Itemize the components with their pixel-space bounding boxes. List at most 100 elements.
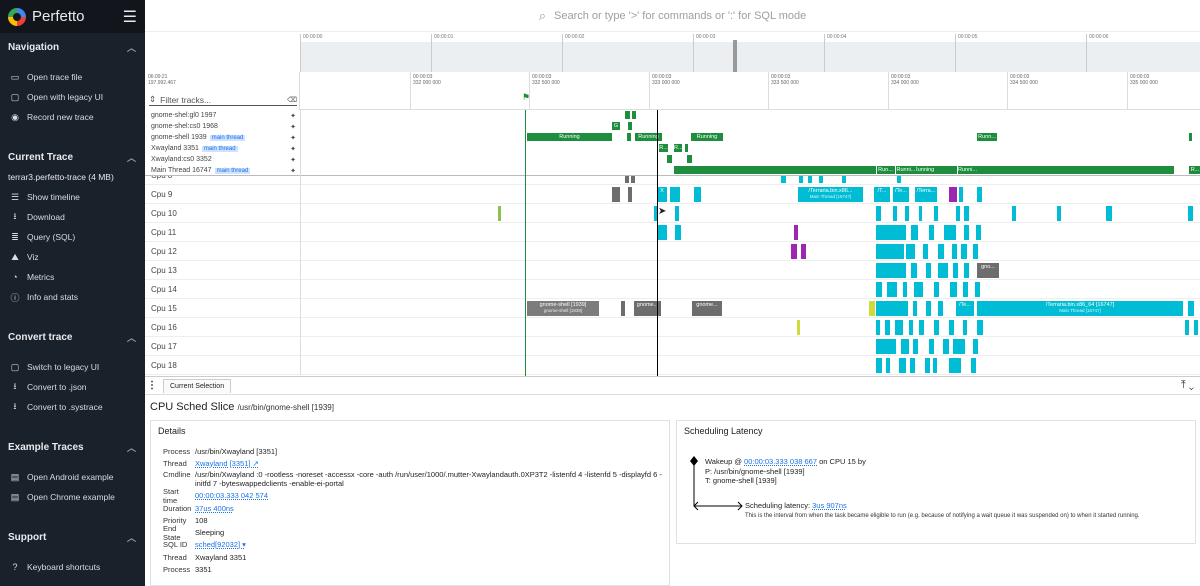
cpu-slice[interactable] — [876, 339, 896, 354]
cpu-track-row[interactable]: Cpu 16 — [145, 318, 1200, 337]
slice-running[interactable]: Running — [527, 133, 612, 141]
cpu-track-area[interactable] — [300, 242, 1200, 261]
sidebar-item-download[interactable]: ⭳ Download — [0, 207, 145, 227]
cpu-slice[interactable] — [893, 206, 897, 221]
slice-running[interactable]: Running — [691, 133, 723, 141]
cpu-slice[interactable] — [621, 301, 625, 316]
slice-running-main[interactable]: Running — [674, 166, 1174, 174]
cpu-slice[interactable] — [910, 358, 915, 373]
cpu-slice[interactable] — [952, 244, 957, 259]
pin-icon[interactable]: ✦ — [290, 167, 296, 175]
cpu-slice[interactable] — [909, 320, 913, 335]
cpu-slice[interactable] — [801, 244, 806, 259]
cpu-slice[interactable] — [929, 225, 934, 240]
sidebar-item-convert-json[interactable]: ⭳ Convert to .json — [0, 377, 145, 397]
pin-icon[interactable]: ✦ — [290, 112, 296, 120]
cpu-slice[interactable] — [913, 301, 917, 316]
cpu-slice[interactable] — [906, 244, 915, 259]
cpu-slice[interactable] — [923, 244, 928, 259]
cpu-slice[interactable] — [675, 225, 681, 240]
convert-trace-title[interactable]: Convert trace ︿ — [0, 327, 145, 347]
slice-g[interactable]: G — [612, 122, 620, 130]
filter-tracks-input[interactable]: ⇕ Filter tracks... ⌫ — [149, 94, 297, 106]
cpu-slice[interactable] — [897, 176, 901, 183]
pin-icon[interactable]: ✦ — [290, 156, 296, 164]
slice-runni[interactable]: Runni... — [957, 166, 977, 174]
pinned-track-main-thread[interactable]: Main Thread 16747 main thread ✦ — [145, 165, 300, 176]
hamburger-icon[interactable]: ☰ — [123, 7, 137, 27]
cpu-slice[interactable] — [944, 225, 956, 240]
cpu-slice[interactable] — [895, 320, 903, 335]
cpu-slice[interactable] — [791, 244, 797, 259]
sidebar-item-show-timeline[interactable]: ☰ Show timeline — [0, 187, 145, 207]
cpu-slice[interactable] — [1012, 206, 1016, 221]
cpu-slice[interactable] — [961, 244, 967, 259]
cpu-slice[interactable] — [934, 282, 939, 297]
support-title[interactable]: Support ︿ — [0, 527, 145, 547]
cpu-slice[interactable] — [938, 301, 943, 316]
slice-r[interactable]: R... — [1189, 166, 1200, 174]
cpu-track-area[interactable] — [300, 337, 1200, 356]
cpu-slice[interactable] — [1106, 206, 1112, 221]
omnibox[interactable]: ⌕ Search or type '>' for commands or ':'… — [539, 8, 807, 24]
cpu-slice[interactable] — [926, 301, 931, 316]
cpu-slice[interactable] — [963, 320, 967, 335]
maximize-panel-icon[interactable]: ⤒ — [1181, 379, 1186, 391]
slice[interactable] — [632, 111, 636, 119]
cpu-slice[interactable] — [914, 282, 923, 297]
cpu-track-row[interactable]: Cpu 17 — [145, 337, 1200, 356]
cpu-slice[interactable] — [876, 282, 882, 297]
pinned-track-cs0[interactable]: gnome-shel:cs0 1968 ✦ — [145, 121, 300, 132]
cpu-slice[interactable] — [949, 358, 961, 373]
cpu-slice[interactable] — [819, 176, 823, 183]
sidebar-item-metrics[interactable]: ◔ Metrics — [0, 267, 145, 287]
cpu-slice[interactable] — [911, 225, 918, 240]
cpu-slice[interactable] — [959, 187, 963, 202]
cpu-slice[interactable] — [628, 187, 632, 202]
cpu-slice[interactable] — [919, 206, 922, 221]
cpu-slice[interactable] — [842, 176, 846, 183]
slice-r[interactable]: R... — [659, 144, 668, 152]
cpu-slice[interactable] — [876, 301, 908, 316]
cpu-track-row[interactable]: Cpu 8 — [145, 176, 1200, 185]
chevron-up-icon[interactable]: ︿ — [127, 151, 136, 164]
cpu-slice[interactable]: /Te... — [893, 187, 909, 202]
cpu-slice[interactable] — [799, 176, 803, 183]
cpu-slice[interactable] — [938, 263, 948, 278]
cpu-slice[interactable] — [886, 358, 890, 373]
cpu-slice[interactable] — [625, 176, 629, 183]
detail-row-thread[interactable]: Thread Xwayland [3351] ↗ — [151, 457, 669, 469]
wakeup-time-link[interactable]: 00:00:03.333 038 667 — [744, 457, 817, 466]
cpu-slice[interactable] — [956, 206, 960, 221]
cpu-slice[interactable] — [950, 282, 957, 297]
cpu-slice[interactable] — [498, 206, 501, 221]
cpu-track-row[interactable]: Cpu 14 — [145, 280, 1200, 299]
slice[interactable] — [685, 144, 688, 152]
cpu-slice[interactable] — [977, 187, 982, 202]
cpu-track-row[interactable]: Cpu 12 — [145, 242, 1200, 261]
panel-controls[interactable]: ⤒ ⌄ — [1181, 379, 1200, 392]
cpu-track-row[interactable]: Cpu 18 — [145, 356, 1200, 375]
cpu-slice[interactable] — [964, 225, 969, 240]
pinned-track-gnome-shell[interactable]: gnome-shell 1939 main thread ✦ — [145, 132, 300, 143]
cpu-slice[interactable] — [876, 358, 882, 373]
pinned-track-gl0[interactable]: gnome-shel:gl0 1997 ✦ — [145, 110, 300, 121]
tab-current-selection[interactable]: Current Selection — [163, 378, 232, 393]
cpu-slice[interactable] — [1185, 320, 1189, 335]
sidebar-item-android-example[interactable]: ▤ Open Android example — [0, 467, 145, 487]
cpu-slice[interactable] — [949, 187, 957, 202]
chevron-up-icon[interactable]: ︿ — [127, 41, 136, 54]
cpu-slice[interactable]: /T... — [874, 187, 890, 202]
slice[interactable] — [628, 122, 632, 130]
cpu-track-row[interactable]: Cpu 11 — [145, 223, 1200, 242]
flag-icon[interactable]: ⚑ — [522, 92, 530, 103]
cpu-slice[interactable] — [934, 320, 939, 335]
cpu-slice[interactable]: gno... — [977, 263, 999, 278]
pinned-track-xwayland-cs0[interactable]: Xwayland:cs0 3352 ✦ — [145, 154, 300, 165]
cpu-slice[interactable] — [1188, 301, 1194, 316]
cpu-slice[interactable]: /Terra... — [915, 187, 937, 202]
cpu-slice[interactable] — [911, 263, 917, 278]
cpu-slice[interactable] — [876, 206, 881, 221]
cpu-track-row[interactable]: Cpu 10 — [145, 204, 1200, 223]
cpu-slice[interactable] — [943, 339, 949, 354]
